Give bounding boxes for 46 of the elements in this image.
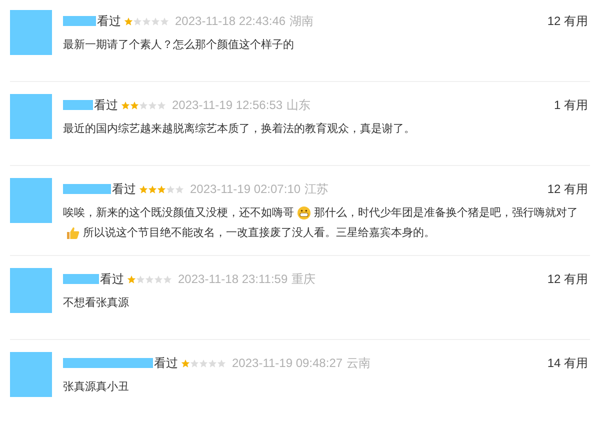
watched-label: 看过 [100, 271, 124, 287]
star-filled-icon [127, 274, 136, 284]
avatar-placeholder [10, 352, 52, 397]
star-filled-icon [157, 184, 166, 194]
watched-label: 看过 [97, 13, 121, 29]
comment-location: 江苏 [304, 181, 329, 197]
redaction-bar [63, 16, 96, 26]
comment-time: 2023-11-19 09:48:27 [232, 355, 343, 371]
comment-text: 最新一期请了个素人？怎么那个颜值这个样子的 [63, 38, 294, 53]
watched-label: 看过 [112, 181, 136, 197]
grin-emoji-icon [297, 206, 311, 220]
redaction-bar [63, 274, 99, 284]
useful-count[interactable]: 12 有用 [547, 13, 588, 29]
comment-location: 重庆 [292, 271, 316, 287]
watched-label: 看过 [154, 355, 178, 371]
comment-time: 2023-11-18 22:43:46 [175, 13, 286, 29]
comment-location: 湖南 [290, 13, 314, 29]
comment-text: 最近的国内综艺越来越脱离综艺本质了，换着法的教育观众，真是谢了。 [63, 122, 415, 137]
thumbs-up-icon [66, 226, 80, 240]
star-filled-icon [181, 358, 190, 368]
comment-text: 所以说这个节目绝不能改名，一改直接废了没人看。三星给嘉宾本身的。 [83, 226, 435, 241]
star-filled-icon [139, 184, 148, 194]
avatar-placeholder [10, 94, 52, 139]
comment-time: 2023-11-18 23:11:59 [178, 271, 288, 287]
avatar-placeholder [10, 178, 52, 223]
comment-time: 2023-11-19 02:07:10 [190, 181, 301, 197]
comment-location: 云南 [346, 355, 371, 371]
useful-count[interactable]: 1 有用 [554, 97, 588, 113]
redaction-bar [63, 184, 111, 194]
comment-text: 那什么，时代少年团是准备换个猪是吧，强行嗨就对了 [314, 206, 578, 221]
redaction-bar [63, 100, 93, 110]
useful-count[interactable]: 12 有用 [547, 271, 588, 287]
comment-time: 2023-11-19 12:56:53 [172, 97, 283, 113]
avatar-placeholder [10, 268, 52, 313]
star-filled-icon [148, 184, 157, 194]
useful-count[interactable]: 12 有用 [547, 181, 588, 197]
star-filled-icon [121, 100, 130, 110]
star-filled-icon [124, 16, 133, 26]
comment-location: 山东 [286, 97, 311, 113]
avatar-placeholder [10, 10, 52, 55]
comment-text: 不想看张真源 [63, 296, 129, 311]
watched-label: 看过 [94, 97, 118, 113]
star-filled-icon [130, 100, 139, 110]
comment-text: 张真源真小丑 [63, 380, 129, 395]
comment-text: 唉唉，新来的这个既没颜值又没梗，还不如嗨哥 [63, 206, 294, 221]
useful-count[interactable]: 14 有用 [547, 355, 588, 371]
